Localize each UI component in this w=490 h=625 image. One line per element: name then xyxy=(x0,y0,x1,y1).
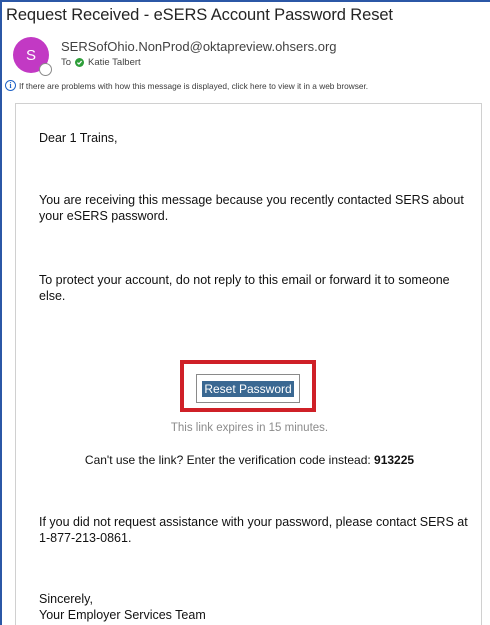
reset-password-button[interactable]: Reset Password xyxy=(196,374,300,403)
recipient-line: To Katie Talbert xyxy=(61,57,141,68)
link-expiry-note: This link expires in 15 minutes. xyxy=(170,422,329,434)
verification-line: Can't use the link? Enter the verificati… xyxy=(16,453,483,467)
message-body: Dear 1 Trains, You are receiving this me… xyxy=(15,103,482,625)
verification-code: 913225 xyxy=(374,453,415,467)
recipient-name[interactable]: Katie Talbert xyxy=(88,57,141,68)
sincerely-text: Sincerely, xyxy=(39,592,93,606)
to-label: To xyxy=(61,57,72,68)
sender-address[interactable]: SERSofOhio.NonProd@oktapreview.ohsers.or… xyxy=(61,39,337,54)
info-icon: i xyxy=(5,80,16,91)
protect-paragraph: To protect your account, do not reply to… xyxy=(39,273,450,303)
receiving-paragraph: You are receiving this message because y… xyxy=(39,193,464,223)
greeting: Dear 1 Trains, xyxy=(39,131,118,145)
avatar-initial: S xyxy=(25,46,36,64)
team-name: Your Employer Services Team xyxy=(39,608,206,622)
presence-status-icon xyxy=(39,63,52,76)
email-subject: Request Received - eSERS Account Passwor… xyxy=(6,6,393,24)
check-icon xyxy=(75,58,85,67)
verification-prefix: Can't use the link? Enter the verificati… xyxy=(84,453,375,467)
info-banner[interactable]: i If there are problems with how this me… xyxy=(5,80,368,91)
info-banner-text[interactable]: If there are problems with how this mess… xyxy=(19,81,368,91)
avatar[interactable]: S xyxy=(13,37,52,76)
signature: Sincerely, Your Employer Services Team xyxy=(39,591,474,623)
reset-password-label: Reset Password xyxy=(202,380,294,397)
contact-paragraph: If you did not request assistance with y… xyxy=(39,515,468,545)
